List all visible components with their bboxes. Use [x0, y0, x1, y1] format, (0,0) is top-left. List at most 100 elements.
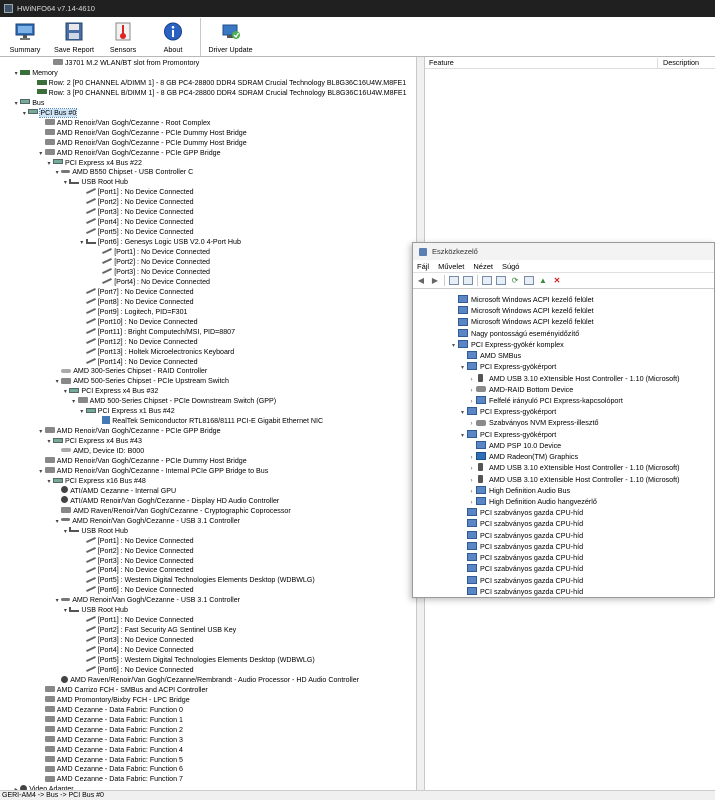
expand-toggle-icon[interactable]: ▾: [53, 596, 61, 606]
device-node[interactable]: ▾ PCI Express-gyökérport: [458, 406, 556, 417]
tree-node[interactable]: AMD Renoir/Van Gogh/Cezanne - PCIe Dummy…: [37, 128, 247, 138]
expand-toggle-icon[interactable]: ▾: [53, 377, 61, 387]
expand-toggle-icon[interactable]: ▾: [53, 517, 61, 527]
menu-view[interactable]: Nézet: [473, 262, 493, 271]
tree-node[interactable]: ▾ PCI Express x4 Bus #32: [61, 386, 158, 396]
expand-toggle-icon[interactable]: ▾: [12, 69, 20, 79]
tree-node[interactable]: [Port6] : No Device Connected: [78, 585, 194, 595]
tree-node[interactable]: [Port4] : No Device Connected: [94, 277, 210, 287]
tree-node[interactable]: [Port4] : No Device Connected: [78, 217, 194, 227]
tree-node[interactable]: ▾ AMD B550 Chipset - USB Controller C: [53, 167, 194, 178]
device-node[interactable]: PCI szabványos gazda CPU-híd: [458, 518, 583, 529]
tree-node[interactable]: [Port10] : No Device Connected: [78, 317, 198, 327]
expand-toggle-icon[interactable]: ▾: [458, 363, 467, 374]
tree-node[interactable]: [Port14] : No Device Connected: [78, 357, 198, 367]
tree-node[interactable]: ▾ AMD Renoir/Van Gogh/Cezanne - PCIe GPP …: [37, 148, 220, 159]
tree-node[interactable]: [Port5] : Western Digital Technologies E…: [78, 575, 315, 585]
tree-node[interactable]: [Port1] : No Device Connected: [78, 187, 194, 197]
expand-toggle-icon[interactable]: ▾: [20, 109, 28, 119]
device-manager-tree[interactable]: Microsoft Windows ACPI kezelő felület Mic…: [413, 293, 714, 597]
tree-node[interactable]: AMD Cezanne - Data Fabric: Function 6: [37, 764, 183, 774]
expand-toggle-icon[interactable]: ▾: [449, 341, 458, 352]
expand-toggle-icon[interactable]: ▾: [61, 527, 69, 537]
tree-node[interactable]: [Port3] : No Device Connected: [78, 635, 194, 645]
tree-node[interactable]: [Port13] : Holtek Microelectronics Keybo…: [78, 347, 234, 357]
tree-node[interactable]: ▾ Memory: [12, 68, 58, 78]
tree-node[interactable]: ▾ USB Root Hub: [61, 605, 128, 615]
tree-node[interactable]: [Port12] : No Device Connected: [78, 337, 198, 347]
tree-node[interactable]: [Port1] : No Device Connected: [78, 615, 194, 625]
tree-node[interactable]: ▾ USB Root Hub: [61, 177, 128, 187]
driver-update-button[interactable]: Driver Update: [203, 17, 258, 57]
tree-node[interactable]: [Port2] : Fast Security AG Sentinel USB …: [78, 625, 236, 635]
tree-node[interactable]: ▾ [Port6] : Genesys Logic USB V2.0 4-Port…: [78, 237, 241, 247]
device-node[interactable]: Microsoft Windows ACPI kezelő felület: [449, 316, 594, 327]
device-node[interactable]: AMD SMBus: [458, 350, 521, 361]
menu-help[interactable]: Súgó: [502, 262, 520, 271]
tree-node[interactable]: AMD Cezanne - Data Fabric: Function 3: [37, 735, 183, 745]
tree-node[interactable]: [Port3] : No Device Connected: [78, 207, 194, 217]
expand-toggle-icon[interactable]: ▾: [45, 159, 53, 169]
properties-icon[interactable]: [463, 276, 473, 285]
tree-node[interactable]: ▾ PCI Bus #0: [20, 107, 78, 119]
tree-node[interactable]: RealTek Semiconductor RTL8168/8111 PCI-E…: [94, 416, 323, 426]
menu-file[interactable]: Fájl: [417, 262, 429, 271]
expand-toggle-icon[interactable]: ▾: [45, 477, 53, 487]
device-node[interactable]: PCI szabványos gazda CPU-híd: [458, 552, 583, 563]
tree-node[interactable]: ▾ AMD Renoir/Van Gogh/Cezanne - USB 3.1 C…: [53, 595, 240, 605]
column-header-description[interactable]: Description: [663, 57, 699, 69]
tree-node[interactable]: [Port7] : No Device Connected: [78, 287, 194, 297]
tree-node[interactable]: Row: 2 [P0 CHANNEL A/DIMM 1] - 8 GB PC4-…: [29, 78, 406, 88]
expand-toggle-icon[interactable]: ▾: [61, 606, 69, 616]
tree-node[interactable]: [Port4] : No Device Connected: [78, 645, 194, 655]
monitor-icon[interactable]: [524, 276, 534, 285]
expand-toggle-icon[interactable]: ▾: [37, 467, 45, 477]
expand-toggle-icon[interactable]: ▾: [61, 387, 69, 397]
tree-node[interactable]: ▾ AMD 500-Series Chipset - PCIe Upstream …: [53, 376, 229, 386]
column-divider[interactable]: [657, 58, 658, 68]
uninstall-device-icon[interactable]: ✕: [552, 276, 562, 285]
device-node[interactable]: PCI szabványos gazda CPU-híd: [458, 575, 583, 586]
tree-node[interactable]: [Port11] : Bright Computech/MSI, PID=880…: [78, 327, 235, 337]
device-node[interactable]: ▾ PCI Express-gyökérport: [458, 429, 556, 440]
expand-toggle-icon[interactable]: ▾: [61, 178, 69, 188]
expand-toggle-icon[interactable]: ▾: [78, 407, 86, 417]
tree-node[interactable]: [Port5] : Western Digital Technologies E…: [78, 655, 315, 665]
expand-toggle-icon[interactable]: ▾: [78, 238, 86, 248]
tree-node[interactable]: ▾ Bus: [12, 98, 45, 109]
tree-node[interactable]: ▾ AMD Renoir/Van Gogh/Cezanne - USB 3.1 C…: [53, 516, 240, 526]
device-node[interactable]: ▾ PCI Express-gyökérport: [458, 361, 556, 372]
tree-node[interactable]: ▾ AMD Renoir/Van Gogh/Cezanne - PCIe GPP …: [37, 426, 220, 436]
tree-node[interactable]: [Port1] : No Device Connected: [78, 536, 194, 546]
sensors-button[interactable]: Sensors: [98, 17, 148, 57]
tree-node[interactable]: [Port2] : No Device Connected: [78, 546, 194, 556]
expand-toggle-icon[interactable]: ▾: [37, 149, 45, 159]
back-arrow-icon[interactable]: ◀: [416, 276, 426, 285]
device-node[interactable]: › Felfelé irányuló PCI Express-kapcsolópo…: [467, 395, 623, 406]
device-node[interactable]: PCI szabványos gazda CPU-híd: [458, 586, 583, 597]
tree-node[interactable]: Row: 3 [P0 CHANNEL B/DIMM 1] - 8 GB PC4-…: [29, 88, 407, 98]
tree-node[interactable]: ▾ AMD Renoir/Van Gogh/Cezanne - Internal …: [37, 466, 268, 476]
tree-node[interactable]: AMD Cezanne - Data Fabric: Function 5: [37, 755, 183, 765]
device-node[interactable]: › Szabványos NVM Express-illesztő: [467, 417, 599, 428]
tree-node[interactable]: [Port8] : No Device Connected: [78, 297, 194, 307]
tree-node[interactable]: ▾ PCI Express x4 Bus #43: [45, 436, 141, 447]
expand-toggle-icon[interactable]: ▾: [12, 99, 20, 109]
tree-node[interactable]: [Port6] : No Device Connected: [78, 665, 194, 675]
device-node[interactable]: › AMD USB 3.10 eXtensible Host Controller…: [467, 462, 680, 473]
expand-toggle-icon[interactable]: ▾: [45, 437, 53, 447]
device-node[interactable]: Nagy pontosságú eseményidőzítő: [449, 328, 579, 339]
device-node[interactable]: PCI szabványos gazda CPU-híd: [458, 563, 583, 574]
tree-node[interactable]: ▾ AMD 500-Series Chipset - PCIe Downstrea…: [70, 396, 276, 406]
view-resources-icon[interactable]: [496, 276, 506, 285]
tree-node[interactable]: AMD, Device ID: B000: [53, 446, 144, 456]
device-node[interactable]: › AMD USB 3.10 eXtensible Host Controller…: [467, 373, 680, 384]
forward-arrow-icon[interactable]: ▶: [430, 276, 440, 285]
device-node[interactable]: Microsoft Windows ACPI kezelő felület: [449, 294, 594, 305]
expand-toggle-icon[interactable]: ▾: [458, 431, 467, 442]
help-icon[interactable]: [482, 276, 492, 285]
column-header-feature[interactable]: Feature: [429, 57, 454, 69]
expand-toggle-icon[interactable]: ▾: [53, 168, 61, 178]
device-node[interactable]: PCI szabványos gazda CPU-híd: [458, 507, 583, 518]
tree-node[interactable]: J3701 M.2 WLAN/BT slot from Promontory: [45, 58, 199, 68]
